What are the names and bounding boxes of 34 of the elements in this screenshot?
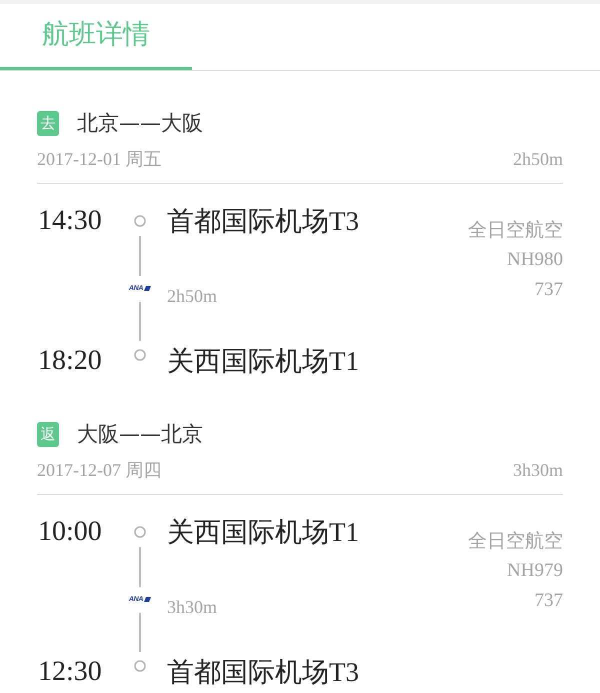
departure-time: 10:00 xyxy=(37,517,103,547)
arrival-airport: 首都国际机场T3 xyxy=(166,657,360,687)
timeline-line xyxy=(139,302,141,341)
route-title: 北京——大阪 xyxy=(77,110,203,137)
aircraft-type: 737 xyxy=(534,589,563,613)
slanted-stripes-icon xyxy=(144,286,152,291)
departure-airport: 首都国际机场T3 xyxy=(166,206,360,236)
airline-name: 全日空航空 xyxy=(468,529,563,554)
total-duration: 2h50m xyxy=(512,148,563,171)
total-duration: 3h30m xyxy=(512,459,563,482)
flight-date: 2017-12-01 周五 xyxy=(37,148,162,171)
arrival-airport: 关西国际机场T1 xyxy=(166,346,360,376)
direction-badge: 返 xyxy=(37,422,59,446)
arrival-time: 12:30 xyxy=(37,657,103,687)
flight-number: NH979 xyxy=(507,559,563,583)
arrival-time: 18:20 xyxy=(37,346,103,376)
flight-date: 2017-12-07 周四 xyxy=(37,459,162,482)
aircraft-type: 737 xyxy=(534,278,563,302)
timeline-line xyxy=(139,612,141,652)
timeline-line xyxy=(139,236,141,276)
departure-airport: 关西国际机场T1 xyxy=(166,517,360,547)
slanted-stripes-icon xyxy=(144,597,152,602)
ring-icon xyxy=(134,215,146,227)
departure-time: 14:30 xyxy=(37,206,103,236)
flight-duration: 2h50m xyxy=(166,285,218,307)
flight-duration: 3h30m xyxy=(166,596,218,618)
airline-name: 全日空航空 xyxy=(468,218,563,243)
ring-icon xyxy=(134,526,146,538)
route-title: 大阪——北京 xyxy=(77,421,203,448)
ring-icon xyxy=(134,660,146,672)
direction-badge: 去 xyxy=(37,110,59,136)
ring-icon xyxy=(134,349,146,361)
flight-number: NH980 xyxy=(507,248,563,272)
timeline-line xyxy=(139,547,141,586)
